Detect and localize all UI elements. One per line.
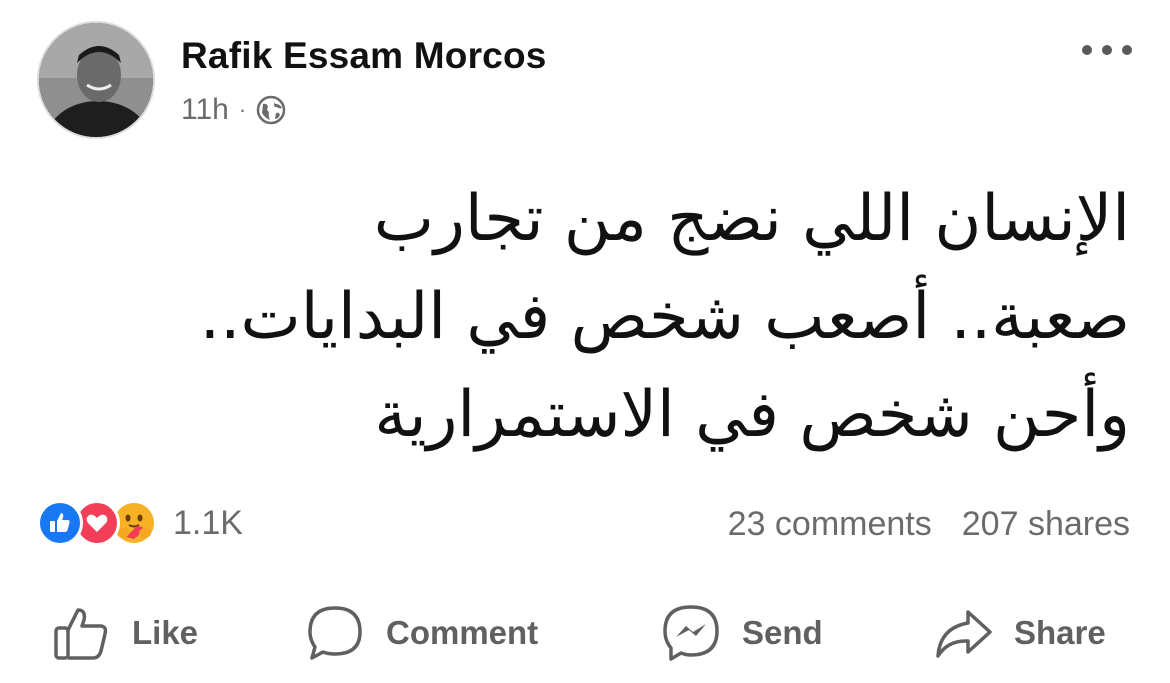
avatar[interactable] xyxy=(37,21,155,139)
comments-count[interactable]: 23 comments xyxy=(728,505,932,544)
send-label: Send xyxy=(742,614,823,651)
more-options-icon[interactable] xyxy=(1082,38,1132,62)
reaction-count: 1.1K xyxy=(173,503,243,542)
messenger-icon xyxy=(663,605,719,661)
thumbs-up-icon xyxy=(54,608,108,660)
comment-label: Comment xyxy=(386,614,539,651)
post-text-line: الإنسان اللي نضج من تجارب xyxy=(373,182,1130,256)
comment-bubble-icon xyxy=(308,606,362,660)
engagement-stats: 23 comments 207 shares xyxy=(728,505,1130,544)
share-label: Share xyxy=(1014,614,1106,651)
post-time[interactable]: 11h xyxy=(181,93,229,127)
like-reaction-icon xyxy=(37,500,83,546)
comment-button[interactable]: Comment xyxy=(304,600,538,666)
post-text-line: وأحن شخص في الاستمرارية xyxy=(374,378,1130,452)
facebook-post: Rafik Essam Morcos 11h · الإنسان اللي نض… xyxy=(0,0,1170,683)
post-text-line: صعبة.. أصعب شخص في البدايات.. xyxy=(199,280,1130,354)
meta-separator: · xyxy=(238,97,247,122)
reactions-summary[interactable]: 1.1K xyxy=(37,500,243,546)
share-arrow-icon xyxy=(936,610,992,658)
action-bar: Like Comment Send Share xyxy=(0,600,1170,666)
like-button[interactable]: Like xyxy=(50,600,198,666)
share-button[interactable]: Share xyxy=(932,600,1106,666)
post-text: الإنسان اللي نضج من تجارب صعبة.. أصعب شخ… xyxy=(130,170,1130,464)
author-name[interactable]: Rafik Essam Morcos xyxy=(181,35,547,77)
globe-icon[interactable] xyxy=(256,95,286,125)
like-label: Like xyxy=(132,614,199,651)
shares-count[interactable]: 207 shares xyxy=(962,505,1130,544)
send-button[interactable]: Send xyxy=(660,600,823,666)
post-meta: 11h · xyxy=(181,92,286,128)
avatar-photo xyxy=(39,23,153,137)
